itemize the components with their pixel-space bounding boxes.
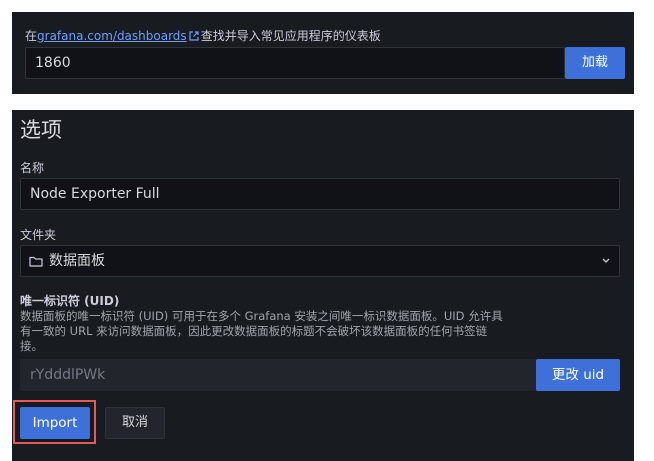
import-source-panel: 在grafana.com/dashboards 查找并导入常见应用程序的仪表板 1… bbox=[12, 12, 634, 94]
name-input[interactable]: Node Exporter Full bbox=[20, 178, 620, 210]
folder-value: 数据面板 bbox=[49, 253, 105, 269]
name-label: 名称 bbox=[20, 161, 45, 175]
uid-input[interactable]: rYdddlPWk bbox=[20, 359, 536, 391]
hint-prefix: 在 bbox=[25, 29, 38, 43]
chevron-down-icon bbox=[602, 258, 610, 263]
cancel-button[interactable]: 取消 bbox=[105, 407, 165, 439]
external-link-icon bbox=[189, 31, 199, 41]
folder-select[interactable]: 数据面板 bbox=[20, 245, 620, 277]
folder-label: 文件夹 bbox=[20, 228, 57, 242]
change-uid-button[interactable]: 更改 uid bbox=[536, 359, 620, 391]
hint-suffix: 查找并导入常见应用程序的仪表板 bbox=[200, 29, 381, 43]
import-hint: 在grafana.com/dashboards 查找并导入常见应用程序的仪表板 bbox=[25, 27, 381, 44]
folder-icon bbox=[29, 256, 43, 267]
grafana-dashboards-link[interactable]: grafana.com/dashboards bbox=[37, 29, 187, 43]
options-title: 选项 bbox=[20, 118, 62, 142]
options-panel: 选项 名称 Node Exporter Full 文件夹 数据面板 唯一标识符 … bbox=[12, 110, 634, 461]
dashboard-id-input[interactable]: 1860 bbox=[25, 47, 565, 79]
uid-label: 唯一标识符 (UID) bbox=[20, 294, 120, 308]
load-button[interactable]: 加载 bbox=[565, 47, 625, 79]
import-button[interactable]: Import bbox=[20, 407, 90, 439]
uid-description: 数据面板的唯一标识符 (UID) 可用于在多个 Grafana 安装之间唯一标识… bbox=[20, 309, 503, 353]
